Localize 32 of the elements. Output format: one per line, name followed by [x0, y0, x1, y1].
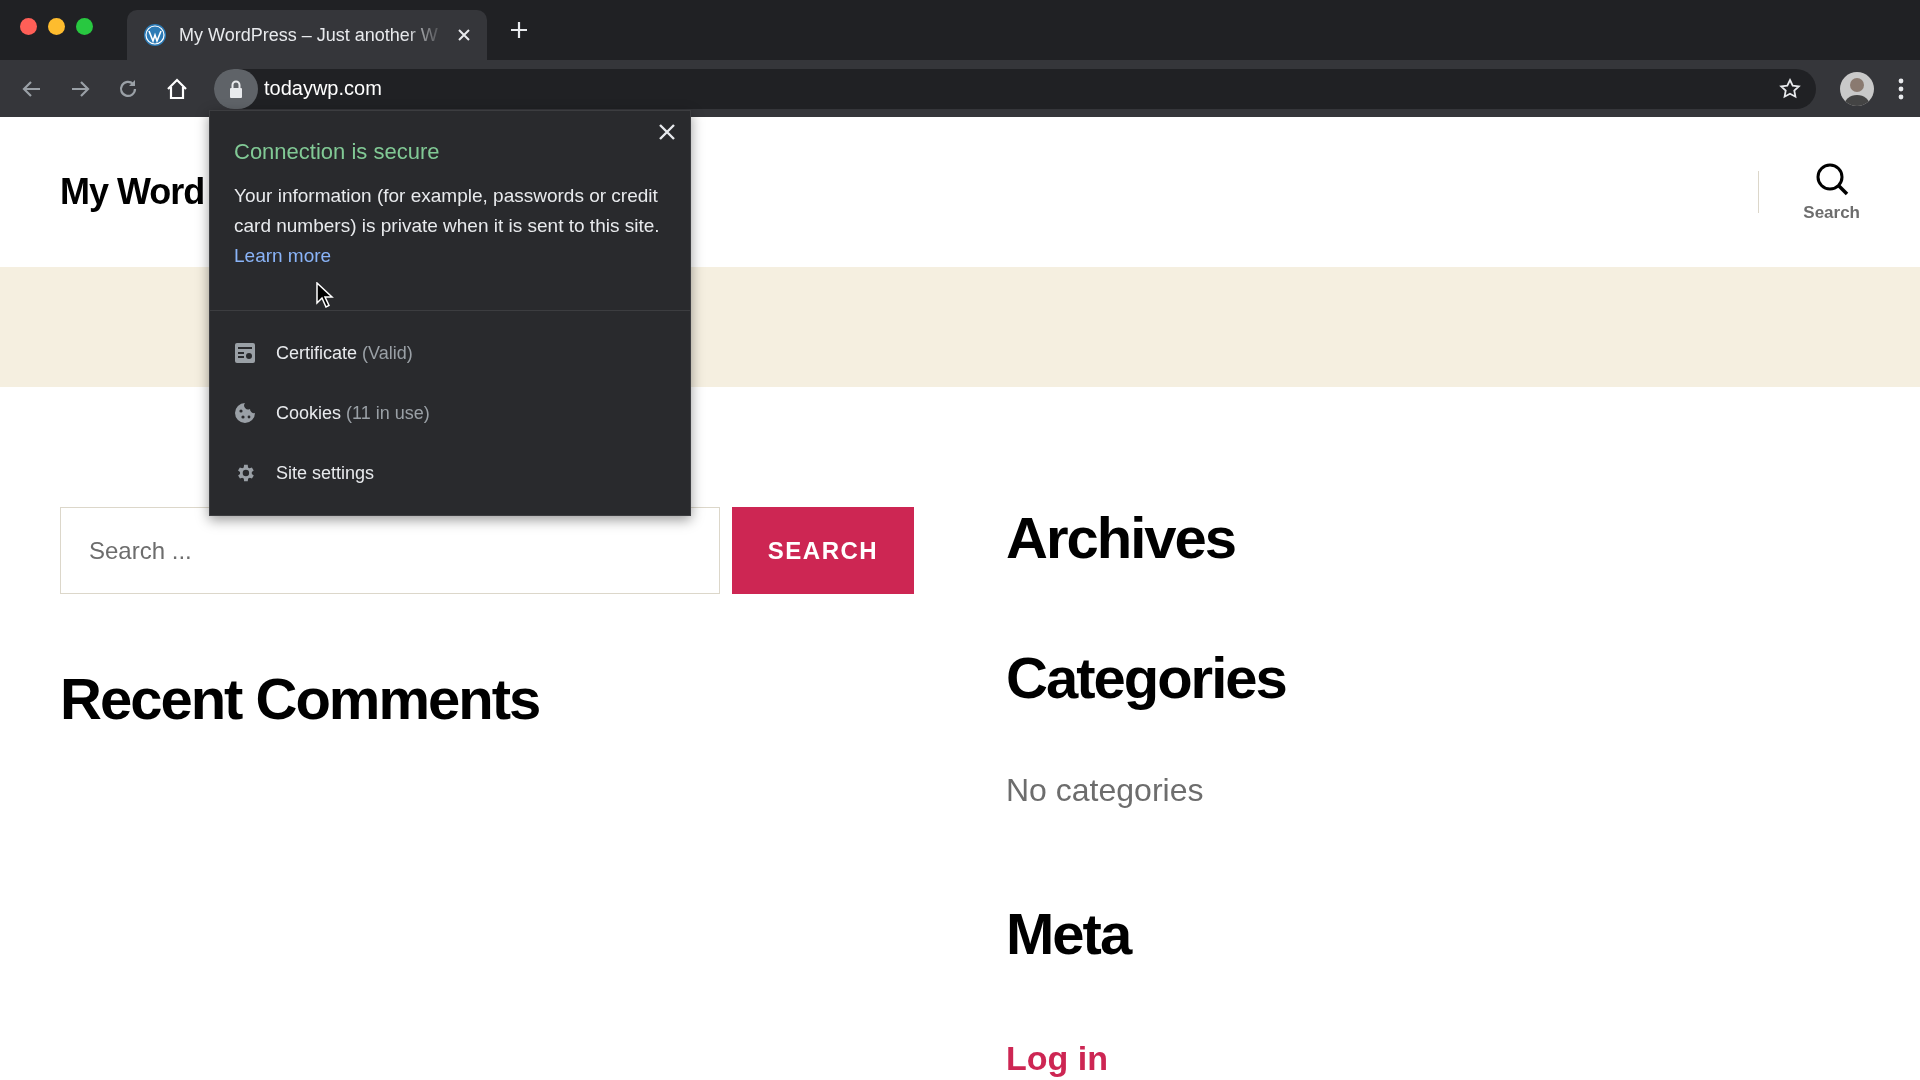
- widget-heading: Meta: [1006, 900, 1133, 969]
- new-tab-icon[interactable]: [509, 20, 529, 40]
- search-field[interactable]: Search ...: [60, 507, 720, 594]
- widget-heading: Recent Comments: [60, 665, 541, 733]
- profile-avatar[interactable]: [1840, 71, 1874, 106]
- bookmark-star-icon[interactable]: [1778, 76, 1802, 101]
- tab-title: My WordPress – Just another W: [179, 24, 439, 46]
- more-menu-icon[interactable]: [1898, 77, 1904, 100]
- popup-menu-item[interactable]: Cookies (11 in use): [210, 383, 690, 443]
- popup-title: Connection is secure: [234, 139, 441, 165]
- lock-icon[interactable]: [214, 68, 258, 109]
- wordpress-icon: [143, 23, 167, 47]
- popup-menu-item[interactable]: Site settings: [210, 443, 690, 503]
- empty-categories-note: No categories: [1006, 772, 1205, 810]
- cookie-icon: [234, 402, 256, 424]
- certificate-icon: [234, 342, 256, 364]
- widget-heading: Categories: [1006, 643, 1287, 712]
- widget-heading: Archives: [1006, 504, 1237, 572]
- browser-tab[interactable]: My WordPress – Just another W: [127, 10, 487, 60]
- site-title[interactable]: My Word: [60, 171, 205, 212]
- close-window-icon[interactable]: [20, 17, 37, 35]
- close-tab-icon[interactable]: [457, 28, 471, 42]
- maximize-window-icon[interactable]: [76, 17, 93, 35]
- learn-more-link[interactable]: Learn more: [234, 245, 332, 266]
- search-toggle[interactable]: Search: [1803, 161, 1860, 223]
- popup-menu-item[interactable]: Certificate (Valid): [210, 323, 690, 383]
- search-button[interactable]: SEARCH: [732, 507, 914, 594]
- mouse-cursor-icon: [316, 282, 334, 308]
- minimize-window-icon[interactable]: [48, 17, 65, 35]
- popup-message: Your information (for example, passwords or credit card numbers) is private when it is sent to this site. Learn more: [234, 184, 661, 268]
- login-link[interactable]: Log in: [1006, 1038, 1860, 1078]
- close-icon[interactable]: [658, 123, 676, 141]
